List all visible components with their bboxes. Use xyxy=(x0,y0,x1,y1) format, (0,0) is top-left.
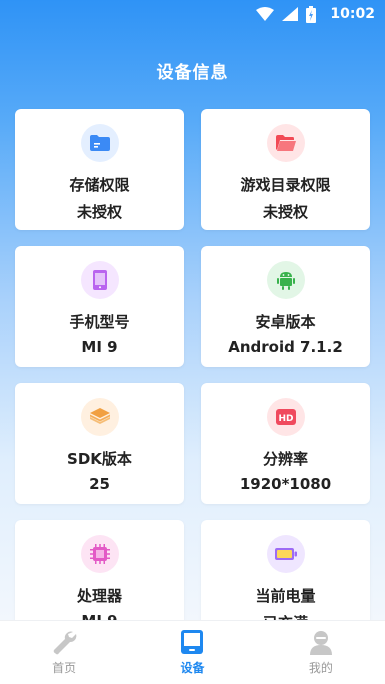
card-sdk-version[interactable]: SDK版本 25 xyxy=(15,383,184,504)
chip-icon xyxy=(80,535,119,573)
card-value: 未授权 xyxy=(76,203,122,221)
folder-icon xyxy=(80,124,119,162)
card-game-directory-permission[interactable]: 游戏目录权限 未授权 xyxy=(201,109,370,230)
card-android-version[interactable]: 安卓版本 Android 7.1.2 xyxy=(201,246,370,367)
battery-icon xyxy=(266,535,305,573)
svg-text:HD: HD xyxy=(278,414,293,424)
tab-device[interactable]: 设备 xyxy=(128,621,256,684)
device-info-grid: 存储权限 未授权 游戏目录权限 未授权 手机型号 MI 9 安卓版本 Andro… xyxy=(15,109,370,641)
signal-icon xyxy=(282,7,299,21)
card-title: 分辨率 xyxy=(262,450,308,468)
device-icon xyxy=(181,630,204,654)
card-value: 25 xyxy=(89,475,110,493)
card-value: Android 7.1.2 xyxy=(228,338,343,356)
hd-icon: HD xyxy=(266,398,305,436)
card-title: 游戏目录权限 xyxy=(240,176,331,194)
folder-open-icon xyxy=(266,124,305,162)
wifi-icon xyxy=(256,7,275,21)
card-resolution[interactable]: HD 分辨率 1920*1080 xyxy=(201,383,370,504)
user-icon xyxy=(309,631,332,655)
card-storage-permission[interactable]: 存储权限 未授权 xyxy=(15,109,184,230)
card-title: 手机型号 xyxy=(69,313,130,331)
bottom-tab-bar: 首页 设备 我的 xyxy=(0,620,385,684)
card-title: 安卓版本 xyxy=(255,313,316,331)
card-title: 存储权限 xyxy=(69,176,130,194)
tab-label: 首页 xyxy=(52,661,77,675)
status-time: 10:02 xyxy=(330,6,375,22)
tab-label: 我的 xyxy=(308,661,333,675)
phone-icon xyxy=(80,261,119,299)
card-phone-model[interactable]: 手机型号 MI 9 xyxy=(15,246,184,367)
page-title: 设备信息 xyxy=(156,63,229,83)
card-value: 1920*1080 xyxy=(239,475,332,493)
android-icon xyxy=(266,261,305,299)
tab-profile[interactable]: 我的 xyxy=(257,621,385,684)
layers-icon xyxy=(80,398,119,436)
card-title: 当前电量 xyxy=(255,587,316,605)
card-title: SDK版本 xyxy=(67,450,132,468)
card-value: 未授权 xyxy=(262,203,308,221)
card-value: MI 9 xyxy=(81,338,118,356)
card-title: 处理器 xyxy=(76,587,122,605)
status-bar: 10:02 xyxy=(0,0,385,28)
battery-status-icon xyxy=(306,5,317,23)
tab-label: 设备 xyxy=(180,661,205,675)
tab-home[interactable]: 首页 xyxy=(0,621,128,684)
wrench-icon xyxy=(53,631,77,655)
